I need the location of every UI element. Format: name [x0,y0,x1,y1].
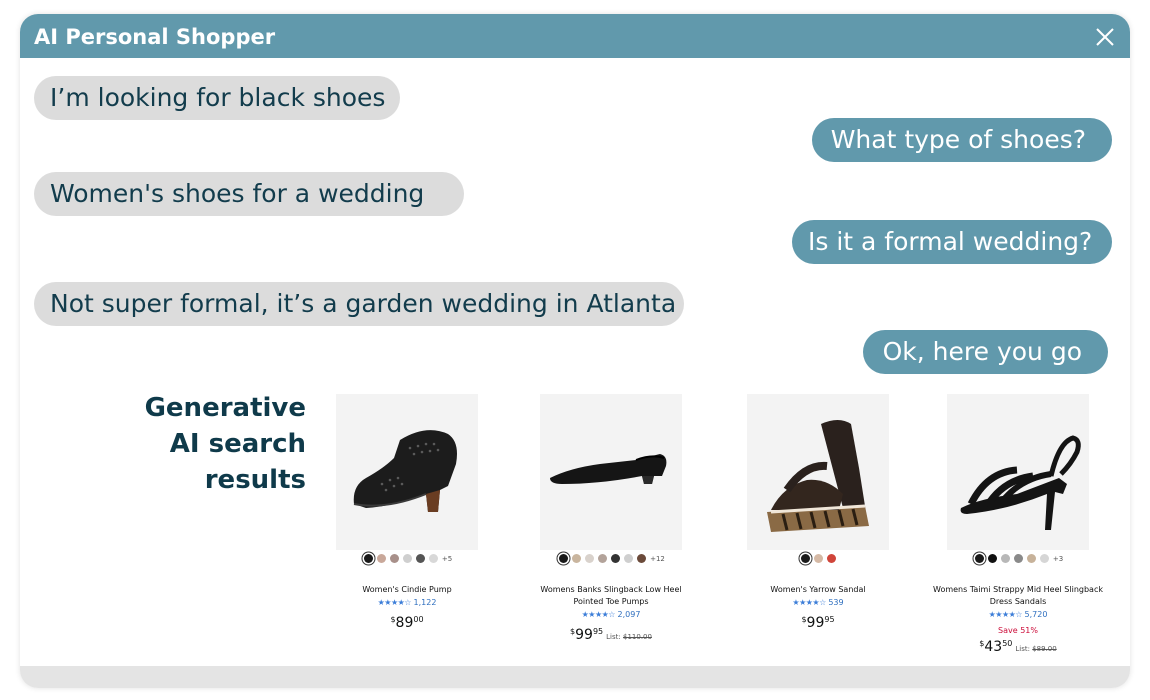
color-swatch[interactable] [598,554,608,563]
color-swatch[interactable] [611,554,621,563]
color-swatch[interactable] [826,554,836,563]
product-card[interactable]: Women's Yarrow Sandal ★★★★☆ 539 $9995 [733,394,903,634]
more-colors-link[interactable]: +5 [442,555,452,563]
close-button[interactable] [1094,26,1116,48]
title-bar: AI Personal Shopper [20,14,1130,58]
product-price: $9995List: $110.00 [570,627,652,643]
list-price: List: $89.00 [1015,645,1057,653]
color-swatch[interactable] [813,554,823,563]
product-rating[interactable]: ★★★★☆ 5,720 [933,610,1103,620]
star-rating-icon: ★★★★☆ [988,610,1023,619]
color-swatch[interactable] [559,554,569,563]
product-image[interactable] [540,394,682,550]
black-pump-shoe-icon [353,430,457,512]
strappy-heel-sandal-icon [960,435,1081,530]
product-image[interactable] [747,394,889,550]
product-price: $8900 [390,615,424,631]
product-rating[interactable]: ★★★★☆ 539 [733,598,903,608]
color-swatch[interactable] [1039,554,1049,563]
color-swatch[interactable] [637,554,647,563]
color-swatch[interactable] [428,554,438,563]
user-message: Not super formal, it’s a garden wedding … [34,282,684,326]
color-swatch[interactable] [974,554,984,563]
color-swatch[interactable] [1026,554,1036,563]
product-price: $9995 [801,615,835,631]
color-swatch[interactable] [415,554,425,563]
discount-badge: Save 51% [998,626,1038,635]
black-slingback-pump-icon [550,454,667,484]
color-swatch[interactable] [585,554,595,563]
color-swatch[interactable] [572,554,582,563]
color-swatches: +5 [322,554,492,566]
close-icon [1096,28,1114,46]
color-swatches: +12 [526,554,696,566]
assistant-message: Is it a formal wedding? [792,220,1112,264]
product-name[interactable]: Womens Banks Slingback Low Heel Pointed … [526,584,696,608]
assistant-message: What type of shoes? [812,118,1112,162]
rating-count[interactable]: 5,720 [1025,610,1048,619]
star-rating-icon: ★★★★☆ [581,610,616,619]
color-swatch[interactable] [363,554,373,563]
product-rating[interactable]: ★★★★☆ 2,097 [526,610,696,620]
wedge-sandal-icon [767,420,869,532]
product-name[interactable]: Women's Yarrow Sandal [733,584,903,596]
product-card[interactable]: +3 Womens Taimi Strappy Mid Heel Slingba… [933,394,1103,664]
more-colors-link[interactable]: +3 [1053,555,1063,563]
color-swatch[interactable] [800,554,810,563]
assistant-message: Ok, here you go [863,330,1108,374]
results-heading: Generative AI search results [144,393,306,495]
color-swatch[interactable] [1000,554,1010,563]
color-swatch[interactable] [389,554,399,563]
product-price: $4350List: $89.00 [979,639,1057,655]
product-rating[interactable]: ★★★★☆ 1,122 [322,598,492,608]
window-title: AI Personal Shopper [34,25,276,49]
list-price: List: $110.00 [606,633,652,641]
color-swatch[interactable] [624,554,634,563]
rating-count[interactable]: 2,097 [618,610,641,619]
user-message: Women's shoes for a wedding [34,172,464,216]
rating-count[interactable]: 1,122 [414,598,437,607]
color-swatch[interactable] [402,554,412,563]
color-swatch[interactable] [987,554,997,563]
footer-bar [20,666,1130,688]
color-swatch[interactable] [376,554,386,563]
product-image[interactable] [336,394,478,550]
rating-count[interactable]: 539 [828,598,843,607]
product-image[interactable] [947,394,1089,550]
product-name[interactable]: Women's Cindie Pump [322,584,492,596]
user-message: I’m looking for black shoes [34,76,400,120]
star-rating-icon: ★★★★☆ [377,598,412,607]
star-rating-icon: ★★★★☆ [792,598,826,607]
shopper-window: AI Personal Shopper I’m looking for blac… [20,14,1130,688]
more-colors-link[interactable]: +12 [650,555,665,563]
product-name[interactable]: Womens Taimi Strappy Mid Heel Slingback … [933,584,1103,608]
product-card[interactable]: +5 Women's Cindie Pump ★★★★☆ 1,122 $8900 [322,394,492,634]
product-card[interactable]: +12 Womens Banks Slingback Low Heel Poin… [526,394,696,654]
color-swatches [733,554,903,566]
color-swatch[interactable] [1013,554,1023,563]
color-swatches: +3 [933,554,1103,566]
